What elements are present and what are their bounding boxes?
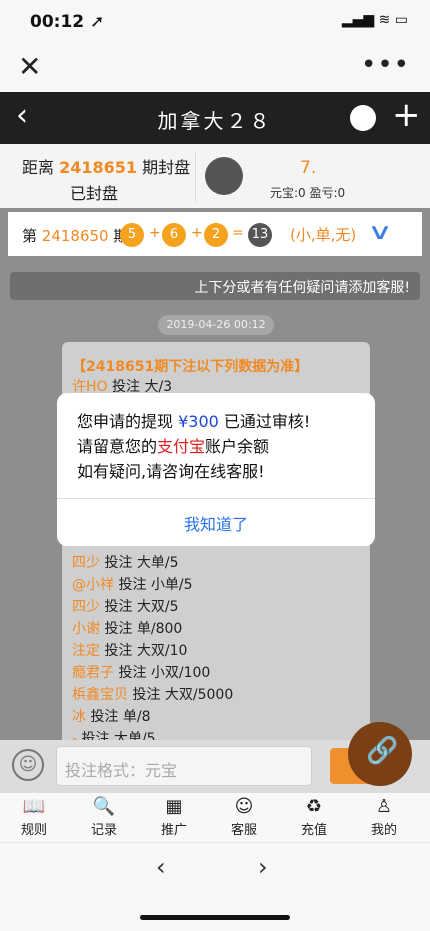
op-sign: + (191, 225, 203, 241)
user-balance: 元宝:0 盈亏:0 (270, 186, 346, 200)
result-ball: 6 (162, 223, 186, 247)
draw-status: 已封盘 (70, 184, 119, 203)
status-icons: ▂▄▆ ≋ ▭ (341, 12, 408, 28)
search-icon: 🔍 (92, 796, 116, 817)
op-sign: + (149, 225, 161, 241)
plus-icon[interactable]: + (392, 96, 421, 134)
book-icon: 📖 (22, 796, 46, 817)
user-avatar[interactable] (205, 157, 243, 195)
bet-list-header: 【2418651期下注以下列数据为准】 (72, 359, 309, 375)
close-icon[interactable]: ✕ (18, 52, 41, 82)
browser-nav: ‹ › (0, 842, 430, 931)
op-sign: = (232, 225, 244, 241)
period-number: 2418651 (59, 158, 138, 177)
last-result[interactable]: 第 2418650 期 5 + 6 + 2 = 13 (小,单,无) ∨ (8, 212, 422, 256)
bet-row: 瘾君子 投注 小双/100 (72, 665, 211, 681)
draw-info: 距离 2418651 期封盘 已封盘 7. 元宝:0 盈亏:0 (0, 144, 430, 208)
service-avatar-icon[interactable] (350, 105, 376, 131)
app-header: ‹ 加拿大２８ + (0, 92, 430, 144)
home-indicator[interactable] (140, 915, 290, 920)
bet-row: 四少 投注 大双/5 (72, 599, 179, 615)
share-link-button[interactable]: 🔗 (348, 722, 412, 786)
bet-row: @小祥 投注 小单/5 (72, 577, 193, 593)
divider (57, 498, 375, 499)
withdrawal-dialog: 您申请的提现 ¥300 已通过审核! 请留意您的支付宝账户余额 如有疑问,请咨询… (57, 393, 375, 546)
chevron-down-icon[interactable]: ∨ (367, 220, 393, 245)
bet-input-placeholder: 投注格式：元宝 (65, 761, 178, 780)
emoji-icon[interactable]: ☺ (12, 749, 44, 781)
service-icon: ☺ (234, 796, 254, 817)
bet-row: 小谢 投注 单/800 (72, 621, 183, 637)
notice-banner: 上下分或者有任何疑问请添加客服! (10, 272, 420, 300)
bet-row: 冰 投注 单/8 (72, 709, 151, 725)
withdraw-amount: ¥300 (178, 412, 219, 431)
link-icon: 🔗 (366, 736, 399, 766)
tab-service[interactable]: ☺ 客服 (214, 795, 274, 838)
result-sum-ball: 13 (248, 223, 272, 247)
browser-bar: ✕ ••• (0, 44, 430, 92)
tab-rules[interactable]: 📖 规则 (4, 795, 64, 838)
tab-records[interactable]: 🔍 记录 (74, 795, 134, 838)
result-period: 第 2418650 期 (22, 227, 129, 245)
back-nav-icon[interactable]: ‹ (156, 853, 166, 881)
result-ball: 5 (120, 223, 144, 247)
more-icon[interactable]: ••• (361, 50, 410, 80)
bet-row: 注定 投注 大双/10 (72, 643, 188, 659)
divider (195, 152, 196, 202)
result-ball: 2 (204, 223, 228, 247)
tab-mine[interactable]: ♙ 我的 (354, 795, 414, 838)
status-time: 00:12 ➚ (30, 12, 105, 32)
confirm-button[interactable]: 我知道了 (57, 511, 375, 535)
dialog-message: 您申请的提现 ¥300 已通过审核! 请留意您的支付宝账户余额 如有疑问,请咨询… (77, 412, 311, 481)
tab-promote[interactable]: ▦ 推广 (144, 795, 204, 838)
tab-bar: 📖 规则 🔍 记录 ▦ 推广 ☺ 客服 ♻ 充值 ♙ 我的 (0, 792, 430, 843)
closing-countdown: 距离 2418651 期封盘 (22, 158, 191, 177)
forward-nav-icon[interactable]: › (258, 853, 268, 881)
notice-text: 上下分或者有任何疑问请添加客服! (194, 280, 410, 296)
result-tags: (小,单,无) (290, 226, 357, 244)
alipay-label: 支付宝 (157, 437, 206, 456)
tab-recharge[interactable]: ♻ 充值 (284, 795, 344, 838)
qr-icon: ▦ (165, 796, 183, 817)
status-bar: 00:12 ➚ ▂▄▆ ≋ ▭ (0, 0, 430, 44)
user-icon: ♙ (375, 796, 393, 817)
bet-input[interactable]: 投注格式：元宝 (56, 746, 312, 786)
bet-row: 四少 投注 大单/5 (72, 555, 179, 571)
bet-row: 梹鑫宝贝 投注 大双/5000 (72, 687, 234, 703)
recharge-icon: ♻ (305, 796, 323, 817)
message-timestamp: 2019-04-26 00:12 (158, 315, 274, 335)
user-score: 7. (300, 158, 317, 178)
